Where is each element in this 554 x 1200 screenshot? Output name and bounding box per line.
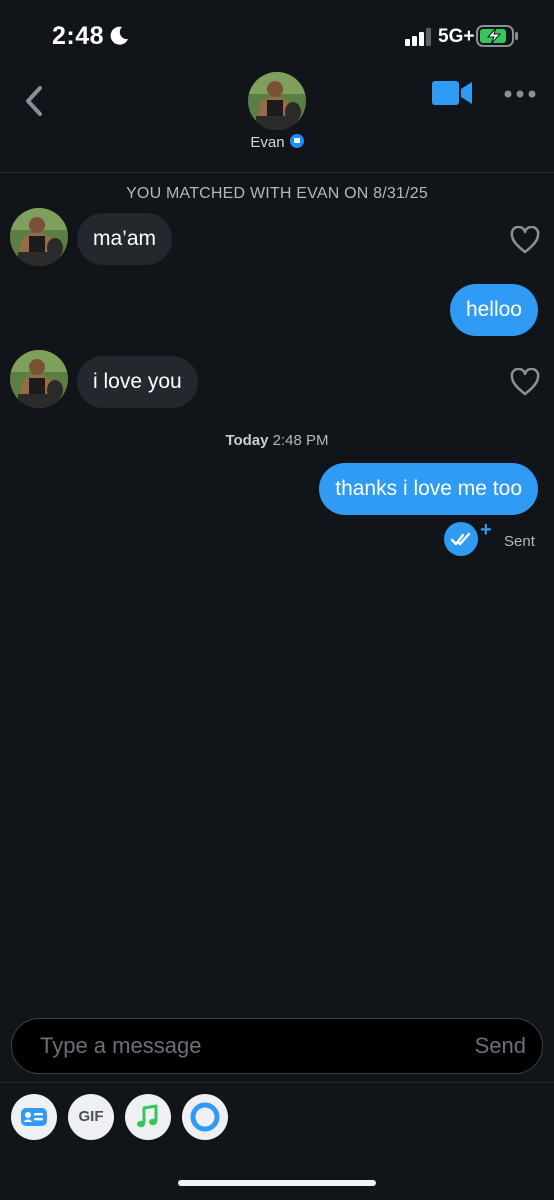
message-input[interactable] [40, 1019, 440, 1072]
music-note-icon [137, 1104, 158, 1128]
more-options-icon[interactable] [504, 90, 536, 98]
toolbar-divider [0, 1082, 554, 1083]
header-avatar[interactable] [248, 72, 306, 130]
video-call-icon[interactable] [432, 80, 472, 106]
profile-photo [10, 208, 68, 266]
message-field[interactable]: Send [11, 1018, 543, 1074]
sender-avatar[interactable] [10, 208, 68, 266]
home-indicator [178, 1180, 376, 1186]
timestamp-time: 2:48 PM [272, 432, 329, 449]
contact-name-row[interactable]: Evan [0, 134, 554, 151]
sender-avatar[interactable] [10, 350, 68, 408]
ring-icon [190, 1102, 220, 1132]
message-bubble-incoming[interactable]: ma’am [77, 213, 173, 265]
network-label: 5G+ [438, 26, 475, 47]
verified-badge-icon [289, 134, 304, 148]
status-time: 2:48 [52, 22, 105, 50]
gif-button[interactable]: GIF [68, 1094, 114, 1140]
message-bubble-outgoing[interactable]: thanks i love me too [319, 463, 538, 515]
message-bubble-outgoing[interactable]: helloo [449, 284, 538, 336]
sent-status: Sent [504, 533, 535, 550]
read-receipt-button[interactable] [444, 522, 478, 556]
header-divider [0, 172, 554, 173]
spotlight-button[interactable] [182, 1094, 228, 1140]
signal-icon [405, 28, 431, 46]
message-timestamp: Today 2:48 PM [0, 432, 554, 449]
timestamp-day: Today [225, 432, 269, 449]
message-bubble-incoming[interactable]: i love you [77, 356, 198, 408]
contact-name: Evan [250, 134, 285, 151]
moon-icon [110, 26, 128, 45]
battery-charging-icon [476, 25, 518, 47]
status-bar: 2:48 5G+ [0, 0, 554, 72]
profile-photo [10, 350, 68, 408]
gif-label: GIF [78, 1108, 104, 1125]
like-heart-icon[interactable] [510, 368, 540, 396]
like-heart-icon[interactable] [510, 226, 540, 254]
back-chevron-icon[interactable] [20, 84, 50, 118]
double-check-icon [450, 532, 471, 546]
match-banner: YOU MATCHED WITH EVAN ON 8/31/25 [126, 185, 428, 202]
contact-card-icon [21, 1108, 47, 1126]
music-button[interactable] [125, 1094, 171, 1140]
contact-card-button[interactable] [11, 1094, 57, 1140]
profile-photo [248, 72, 306, 130]
plus-icon[interactable]: + [480, 520, 492, 540]
send-button[interactable]: Send [475, 1019, 526, 1072]
